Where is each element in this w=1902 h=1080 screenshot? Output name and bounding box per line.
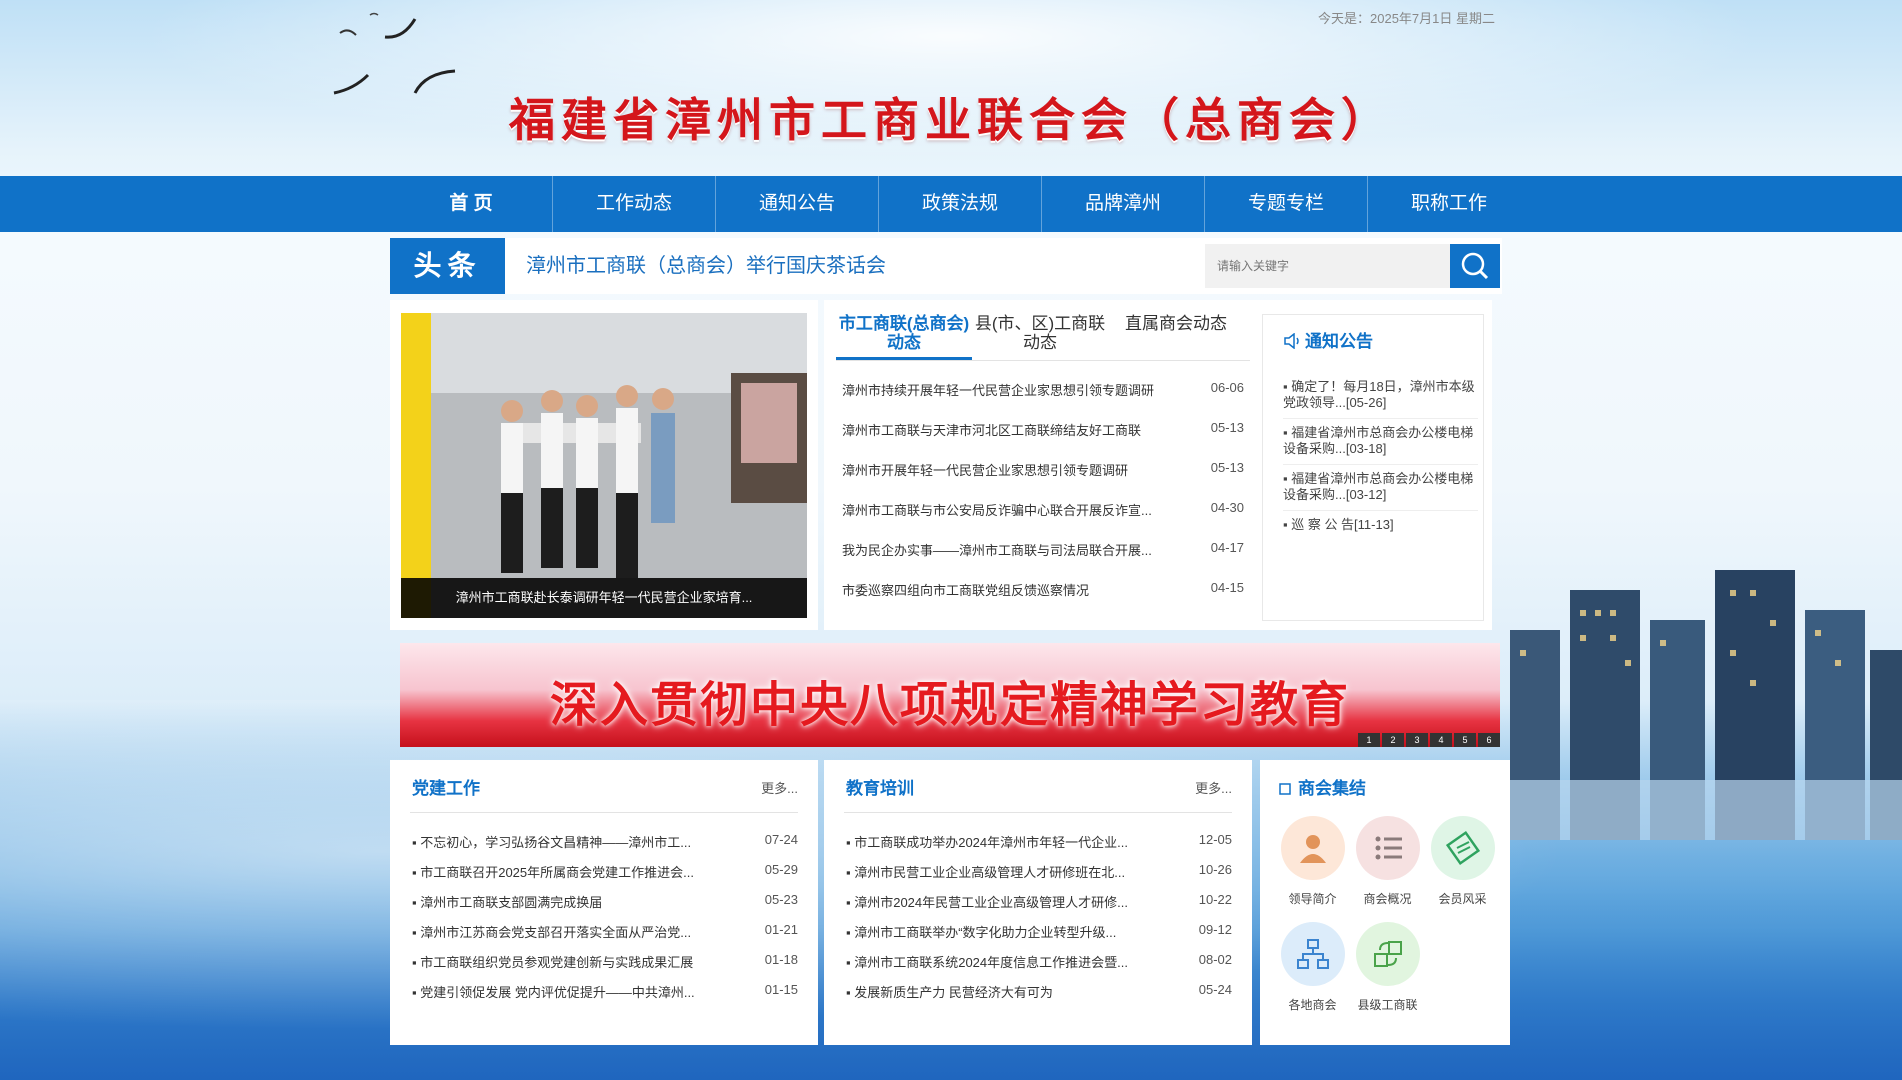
chamber-item-members[interactable]: 会员风采 (1425, 816, 1500, 922)
banner-pager: 1 2 3 4 5 6 (1356, 733, 1500, 747)
party-building-panel: 党建工作 更多... ▪ 不忘初心，学习弘扬谷文昌精神——漳州市工... 07-2… (390, 760, 818, 1045)
notice-item[interactable]: ▪ 福建省漳州市总商会办公楼电梯设备采购...[03-18] (1283, 419, 1478, 465)
news-list: 漳州市持续开展年轻一代民营企业家思想引领专题调研 06-06 漳州市工商联与天津市… (842, 380, 1244, 620)
education-list: ▪ 市工商联成功举办2024年漳州市年轻一代企业... 12-05 ▪ 漳州市民营… (846, 832, 1232, 1012)
list-item[interactable]: ▪ 漳州市工商联举办“数字化助力企业转型升级... 09-12 (846, 922, 1232, 952)
notice-item[interactable]: ▪ 确定了！每月18日，漳州市本级党政领导...[05-26] (1283, 373, 1478, 419)
notice-item[interactable]: ▪ 巡 察 公 告[11-13] (1283, 511, 1478, 540)
banner-page-2[interactable]: 2 (1382, 733, 1404, 747)
notice-heading: 通知公告 (1283, 327, 1373, 352)
current-date: 今天是：2025年7月1日 星期二 (1318, 11, 1495, 26)
chamber-item-county-federations[interactable]: 县级工商联 (1350, 922, 1425, 1028)
chamber-grid: 领导简介 商会概况 会员风采 各地商会 县级工商联 (1275, 816, 1505, 1028)
exchange-icon (1373, 941, 1402, 967)
notice-item[interactable]: ▪ 福建省漳州市总商会办公楼电梯设备采购...[03-12] (1283, 465, 1478, 511)
list-item[interactable]: ▪ 漳州市江苏商会党支部召开落实全面从严治党... 01-21 (412, 922, 798, 952)
banner-page-6[interactable]: 6 (1478, 733, 1500, 747)
divider (410, 812, 798, 813)
tab-affiliated-news[interactable]: 直属商会动态 (1108, 314, 1244, 360)
list-item[interactable]: ▪ 不忘初心，学习弘扬谷文昌精神——漳州市工... 07-24 (412, 832, 798, 862)
square-bullet-icon (1279, 783, 1291, 795)
tab-county-news[interactable]: 县(市、区)工商联动态 (972, 314, 1108, 360)
featured-photo-caption: 漳州市工商联赴长泰调研年轻一代民营企业家培育... (401, 578, 807, 618)
education-title: 教育培训 (846, 779, 914, 798)
nav-item-notices[interactable]: 通知公告 (716, 176, 879, 232)
certificate-icon (1445, 830, 1480, 866)
list-item[interactable]: 漳州市工商联与市公安局反诈骗中心联合开展反诈宣... 04-30 (842, 500, 1244, 540)
headline-link[interactable]: 漳州市工商联（总商会）举行国庆茶话会 (526, 238, 886, 294)
search-icon (1461, 252, 1489, 280)
education-more-link[interactable]: 更多... (1195, 778, 1232, 797)
chamber-panel: 商会集结 领导简介 商会概况 会员风采 各地商会 县级工商联 (1260, 760, 1510, 1045)
nav-item-brand-zhangzhou[interactable]: 品牌漳州 (1042, 176, 1205, 232)
list-item[interactable]: ▪ 漳州市民营工业企业高级管理人才研修班在北... 10-26 (846, 862, 1232, 892)
chamber-title: 商会集结 (1278, 774, 1366, 799)
list-item[interactable]: 我为民企办实事——漳州市工商联与司法局联合开展... 04-17 (842, 540, 1244, 580)
divider (844, 812, 1232, 813)
chamber-item-overview[interactable]: 商会概况 (1350, 816, 1425, 922)
featured-photo-panel: 漳州市工商联赴长泰调研年轻一代民营企业家培育... (390, 300, 818, 630)
featured-photo-image (401, 313, 807, 618)
main-nav: 首 页 工作动态 通知公告 政策法规 品牌漳州 专题专栏 职称工作 (0, 176, 1902, 232)
party-building-list: ▪ 不忘初心，学习弘扬谷文昌精神——漳州市工... 07-24 ▪ 市工商联召开2… (412, 832, 798, 1012)
headline-badge: 头条 (390, 238, 505, 294)
banner-text: 深入贯彻中央八项规定精神学习教育 (549, 677, 1350, 733)
news-tabs: 市工商联(总商会)动态 县(市、区)工商联动态 直属商会动态 (836, 314, 1250, 361)
nav-item-home[interactable]: 首 页 (390, 176, 553, 232)
banner-page-3[interactable]: 3 (1406, 733, 1428, 747)
notice-box: 通知公告 ▪ 确定了！每月18日，漳州市本级党政领导...[05-26] ▪ 福… (1262, 314, 1484, 621)
list-item[interactable]: ▪ 发展新质生产力 民营经济大有可为 05-24 (846, 982, 1232, 1012)
list-item[interactable]: ▪ 市工商联组织党员参观党建创新与实践成果汇展 01-18 (412, 952, 798, 982)
list-item[interactable]: 市委巡察四组向市工商联党组反馈巡察情况 04-15 (842, 580, 1244, 620)
city-skyline-illustration (1500, 570, 1902, 840)
search-button[interactable] (1450, 244, 1500, 288)
party-building-more-link[interactable]: 更多... (761, 778, 798, 797)
tab-city-news[interactable]: 市工商联(总商会)动态 (836, 314, 972, 360)
org-chart-icon (1296, 939, 1329, 969)
site-title: 福建省漳州市工商业联合会（总商会） (509, 93, 1393, 147)
chamber-item-leaders[interactable]: 领导简介 (1275, 816, 1350, 922)
featured-photo[interactable]: 漳州市工商联赴长泰调研年轻一代民营企业家培育... (401, 313, 807, 618)
news-panel: 市工商联(总商会)动态 县(市、区)工商联动态 直属商会动态 漳州市持续开展年轻… (824, 300, 1492, 630)
person-icon (1299, 835, 1326, 863)
list-item[interactable]: ▪ 漳州市工商联支部圆满完成换届 05-23 (412, 892, 798, 922)
list-icon (1375, 836, 1402, 860)
list-item[interactable]: 漳州市工商联与天津市河北区工商联缔结友好工商联 05-13 (842, 420, 1244, 460)
list-item[interactable]: ▪ 市工商联召开2025年所属商会党建工作推进会... 05-29 (412, 862, 798, 892)
list-item[interactable]: ▪ 党建引领促发展 党内评优促提升——中共漳州... 01-15 (412, 982, 798, 1012)
party-building-title: 党建工作 (412, 779, 480, 798)
nav-item-special-topics[interactable]: 专题专栏 (1205, 176, 1368, 232)
speaker-icon (1284, 332, 1299, 350)
banner-page-1[interactable]: 1 (1358, 733, 1380, 747)
list-item[interactable]: ▪ 漳州市工商联系统2024年度信息工作推进会暨... 08-02 (846, 952, 1232, 982)
list-item[interactable]: 漳州市开展年轻一代民营企业家思想引领专题调研 05-13 (842, 460, 1244, 500)
headline-bar: 头条 漳州市工商联（总商会）举行国庆茶话会 (390, 238, 1502, 294)
chamber-item-local-chambers[interactable]: 各地商会 (1275, 922, 1350, 1028)
nav-item-policies[interactable]: 政策法规 (879, 176, 1042, 232)
list-item[interactable]: 漳州市持续开展年轻一代民营企业家思想引领专题调研 06-06 (842, 380, 1244, 420)
notice-list: ▪ 确定了！每月18日，漳州市本级党政领导...[05-26] ▪ 福建省漳州市… (1283, 373, 1478, 540)
banner-page-4[interactable]: 4 (1430, 733, 1452, 747)
list-item[interactable]: ▪ 漳州市2024年民营工业企业高级管理人才研修... 10-22 (846, 892, 1232, 922)
banner-page-5[interactable]: 5 (1454, 733, 1476, 747)
search-input[interactable] (1205, 244, 1450, 288)
campaign-banner[interactable]: 深入贯彻中央八项规定精神学习教育 1 2 3 4 5 6 (400, 643, 1500, 747)
nav-item-work-news[interactable]: 工作动态 (553, 176, 716, 232)
education-panel: 教育培训 更多... ▪ 市工商联成功举办2024年漳州市年轻一代企业... 12… (824, 760, 1252, 1045)
nav-item-title-work[interactable]: 职称工作 (1368, 176, 1530, 232)
list-item[interactable]: ▪ 市工商联成功举办2024年漳州市年轻一代企业... 12-05 (846, 832, 1232, 862)
